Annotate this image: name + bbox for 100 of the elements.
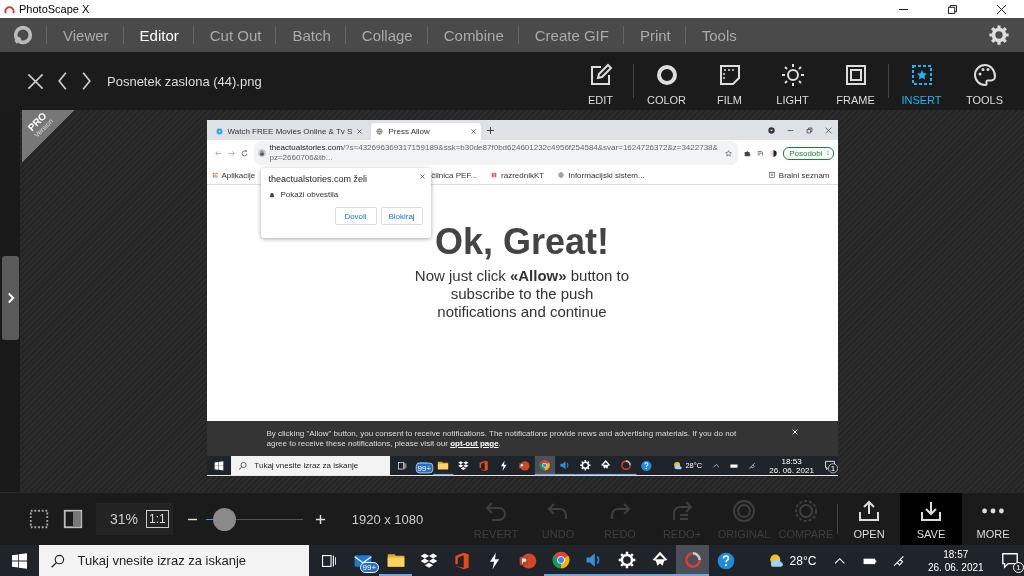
frame-icon [843,62,868,87]
puzzle-icon[interactable] [744,149,752,157]
zoom-slider-thumb[interactable] [213,507,237,531]
menu-tab[interactable]: Viewer [47,26,123,44]
browser-tab[interactable]: Press Allow [371,123,482,140]
action-button[interactable]: OPEN [838,493,900,545]
popup-button[interactable]: Blokiraj [380,207,423,225]
gear-icon [616,549,637,570]
settings-icon[interactable] [988,24,1010,46]
edit-icon [588,62,613,87]
split-view-icon[interactable] [62,508,84,530]
bookmark[interactable]: čilnica PEF... [431,170,478,180]
star-icon[interactable] [725,149,733,157]
profile-icon[interactable] [770,149,778,157]
action-button[interactable]: SAVE [900,493,962,545]
app-logo-icon [4,3,15,15]
chevron-right-icon [6,292,15,304]
playlist-icon[interactable] [757,149,765,157]
door-icon [477,459,490,472]
upload-icon [857,499,881,523]
update-button[interactable]: Posodobi [783,146,834,160]
tool-button[interactable]: COLOR [635,56,698,106]
tool-button[interactable]: LIGHT [761,56,824,106]
restore-icon[interactable] [948,4,957,14]
clock[interactable]: 18:53 26. 06. 2021 [768,456,814,475]
revert-icon [484,499,508,523]
notifications-button[interactable]: 1 [1000,550,1024,571]
bars-icon [491,172,498,178]
action-button[interactable]: MORE [962,493,1024,545]
zoom-in-icon[interactable] [314,513,326,525]
search-field[interactable]: Tukaj vnesite izraz za iskanje [230,456,390,476]
clock[interactable]: 18:57 26. 06. 2021 [926,547,985,574]
tool-button[interactable]: TOOLS [953,56,1016,106]
tab-title: Press Allow [388,127,431,136]
taskbar-app[interactable] [534,456,555,476]
reading-list-button[interactable]: Bralni seznam [768,170,830,180]
compare-icon [794,499,818,523]
tool-button[interactable]: INSERT [890,56,953,106]
close-icon[interactable] [26,71,45,91]
bookmark[interactable]: razrednikKT [491,170,545,180]
play-icon [215,128,223,135]
actual-size-button[interactable]: 1:1 [146,510,169,528]
bookmark[interactable]: Aplikacije [211,170,256,180]
logo-icon[interactable] [12,24,34,46]
start-icon[interactable] [12,552,28,569]
tab-title: Watch FREE Movies Online & Tv S [227,127,353,136]
start-icon[interactable] [213,460,223,471]
badge: 99+ [415,462,433,474]
taskbar-app[interactable]: 99+ [412,456,433,476]
temperature[interactable]: 28°C [789,553,817,568]
zoom-level: 31% [110,511,139,527]
menu-tab[interactable]: Create GIF [518,26,623,44]
taskbar-app[interactable]: 99+ [346,545,380,576]
menu-tab[interactable]: Batch [276,26,345,44]
menu-tab[interactable]: Combine [427,26,518,44]
weather-icon [672,460,683,472]
gear-icon [578,458,592,472]
url-text: theactualstories.com/?s=432696369317159189&ssk=b30de87f0bd624601232c4956f254584&svar=1624726372&z=3422738&pz=2660706&tb... [269,143,719,163]
ring-icon [682,549,703,570]
tool-button[interactable]: FILM [698,56,761,106]
original-icon [732,499,756,523]
apps-icon [211,172,218,178]
browser-icon [550,549,571,570]
popup-button[interactable]: Dovoli [334,207,377,225]
close-icon[interactable] [419,174,425,179]
next-icon[interactable] [81,71,92,91]
address-field[interactable]: theactualstories.com/?s=432696369317159189&ssk=b30de87f0bd624601232c4956f254584&svar=1624726372&z=3422738&pz=2660706&tb... [253,141,739,165]
bookmark[interactable]: Informacijski sistem... [558,170,645,180]
sun-icon [780,62,805,87]
message-icon [1000,550,1019,569]
notification-count: 1 [1013,561,1024,573]
menu-tab[interactable]: Cut Out [193,26,276,44]
palette-icon [972,62,997,87]
close-icon[interactable] [471,129,477,134]
menu-tab[interactable]: Collage [345,26,427,44]
browser-tab[interactable]: Watch FREE Movies Online & Tv S [210,123,368,140]
lock-icon [257,149,266,157]
file-name: Posnetek zaslona (44).png [107,73,262,89]
menu-tab[interactable]: Print [623,26,685,44]
notifications-button[interactable]: 1 [823,459,838,472]
tool-button[interactable]: FRAME [824,56,887,106]
crop-icon[interactable] [28,508,50,530]
search-icon [51,553,66,568]
record-icon[interactable] [767,126,775,134]
close-icon[interactable] [997,4,1006,14]
task-view-icon[interactable] [320,552,337,569]
menu-tab[interactable]: Tools [685,26,751,44]
badge: 99+ [359,562,380,573]
globe-icon [558,172,565,178]
previous-icon[interactable] [57,71,68,91]
ring-icon [619,458,632,472]
film-icon [717,62,742,87]
search-field[interactable]: Tukaj vnesite izraz za iskanje [39,545,309,576]
reload-icon[interactable] [240,149,248,157]
help-icon [715,550,736,571]
tool-button[interactable]: EDIT [569,56,632,106]
new-tab-icon[interactable] [487,126,495,134]
diamonds-icon [456,459,470,472]
taskbar-app[interactable] [676,545,710,576]
menu-tab[interactable]: Editor [123,26,193,44]
